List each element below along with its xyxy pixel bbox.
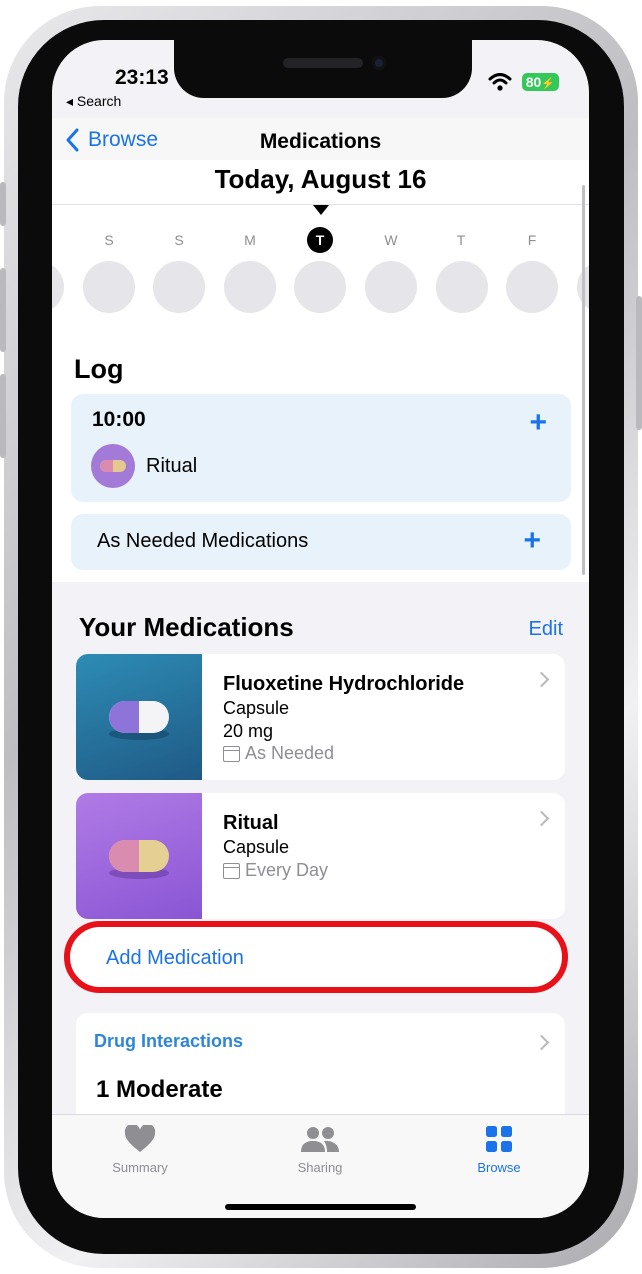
front-camera xyxy=(372,56,386,70)
add-log-plus-icon[interactable]: + xyxy=(529,408,547,438)
as-needed-medications-row[interactable]: As Needed Medications + xyxy=(71,514,571,570)
log-medication-name: Ritual xyxy=(146,455,198,477)
phone-screen: 23:13 ◂ Search 80⚡ Browse Medications To… xyxy=(52,40,589,1218)
battery-level: 80 xyxy=(525,74,542,90)
day-letter: S xyxy=(174,232,184,248)
log-card[interactable]: 10:00 + Ritual xyxy=(71,394,571,502)
day-letter-today[interactable]: T xyxy=(307,227,333,253)
back-to-search-link[interactable]: ◂ Search xyxy=(66,93,121,110)
tab-bar: Summary Sharing Browse xyxy=(52,1114,589,1218)
people-icon xyxy=(301,1127,339,1152)
calendar-icon xyxy=(223,745,240,762)
upper-section: Today, August 16 S S M T W T F Log 10:00… xyxy=(52,160,589,582)
edit-button[interactable]: Edit xyxy=(529,618,563,641)
day-letter: T xyxy=(456,232,466,248)
medication-form: Capsule xyxy=(223,698,290,718)
medication-name: Ritual xyxy=(223,812,279,834)
medication-form: Capsule xyxy=(223,837,290,857)
date-title: Today, August 16 xyxy=(214,164,427,194)
battery-icon: 80⚡ xyxy=(521,73,559,91)
medication-schedule: As Needed xyxy=(223,743,334,764)
status-icons: 80⚡ xyxy=(488,73,559,91)
day-letter: W xyxy=(384,232,398,248)
capsule-icon xyxy=(76,654,202,780)
day-letter: F xyxy=(527,232,537,248)
drug-interactions-label: Drug Interactions xyxy=(94,1031,244,1051)
day-circle[interactable] xyxy=(52,261,64,313)
day-circle[interactable] xyxy=(365,261,417,313)
volume-down-button xyxy=(0,374,6,458)
calendar-icon xyxy=(223,862,240,879)
grid-icon xyxy=(486,1126,512,1152)
page-title: Medications xyxy=(259,130,382,153)
your-medications-heading: Your Medications xyxy=(79,612,294,642)
home-indicator[interactable] xyxy=(225,1204,416,1210)
scrollbar[interactable] xyxy=(582,185,585,575)
add-medication-label: Add Medication xyxy=(106,947,244,969)
capsule-icon xyxy=(76,793,202,919)
tab-sharing[interactable]: Sharing xyxy=(260,1125,380,1175)
log-heading: Log xyxy=(74,354,124,384)
as-needed-label: As Needed Medications xyxy=(97,530,309,552)
power-button xyxy=(636,296,642,430)
notch xyxy=(174,40,472,98)
medication-schedule: Every Day xyxy=(223,860,328,881)
volume-up-button xyxy=(0,268,6,352)
tab-sharing-label: Sharing xyxy=(297,1160,343,1175)
day-circle[interactable] xyxy=(153,261,205,313)
day-circle[interactable] xyxy=(294,261,346,313)
tab-browse-label: Browse xyxy=(477,1160,521,1175)
drug-interactions-summary: 1 Moderate xyxy=(96,1076,223,1103)
day-circle[interactable] xyxy=(224,261,276,313)
wifi-icon xyxy=(488,73,512,91)
status-time: 23:13 xyxy=(115,66,169,89)
today-marker-icon xyxy=(313,205,329,215)
day-letter: S xyxy=(104,232,114,248)
tab-summary[interactable]: Summary xyxy=(80,1123,200,1175)
schedule-label: As Needed xyxy=(245,743,335,763)
chevron-right-icon xyxy=(533,810,550,827)
day-circle[interactable] xyxy=(436,261,488,313)
chevron-right-icon xyxy=(533,671,550,688)
medication-card[interactable]: Ritual Capsule Every Day xyxy=(76,793,565,919)
add-as-needed-plus-icon[interactable]: + xyxy=(523,526,541,556)
medication-name: Fluoxetine Hydrochloride xyxy=(223,673,465,695)
tab-summary-label: Summary xyxy=(112,1160,168,1175)
day-circle[interactable] xyxy=(506,261,558,313)
log-time: 10:00 xyxy=(92,408,146,431)
chevron-right-icon xyxy=(533,1034,550,1051)
medication-card[interactable]: Fluoxetine Hydrochloride Capsule 20 mg A… xyxy=(76,654,565,780)
day-circle[interactable] xyxy=(83,261,135,313)
add-medication-button[interactable]: Add Medication xyxy=(64,921,568,993)
heart-icon xyxy=(124,1123,156,1152)
medication-dose: 20 mg xyxy=(223,721,274,741)
tab-browse[interactable]: Browse xyxy=(439,1125,559,1175)
capsule-icon xyxy=(91,444,135,488)
day-letter: M xyxy=(244,232,256,248)
mute-switch xyxy=(0,182,6,226)
schedule-label: Every Day xyxy=(245,860,329,880)
